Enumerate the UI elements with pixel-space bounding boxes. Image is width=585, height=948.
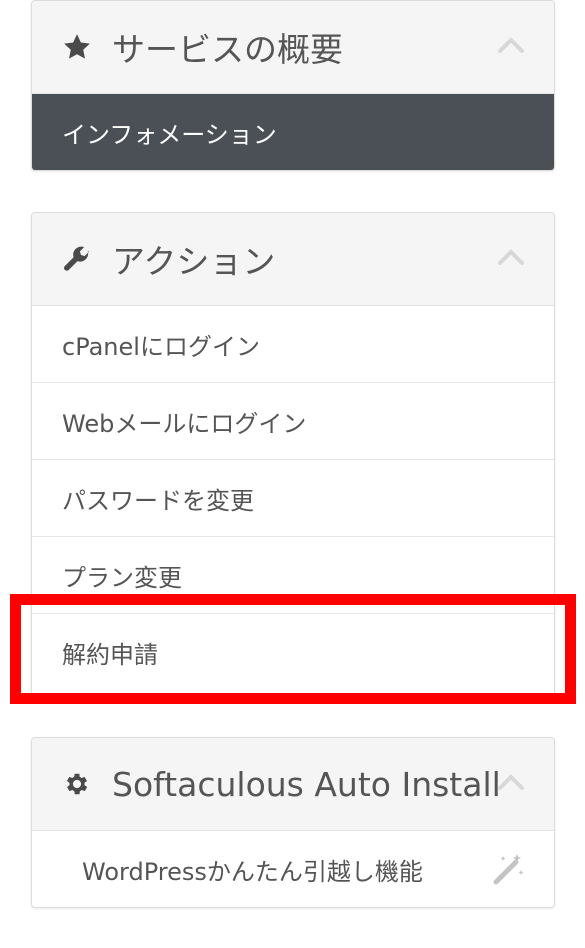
actions-panel: アクション cPanelにログイン Webメールにログイン パスワードを変更 プ…	[31, 212, 555, 696]
menu-item-cpanel-login[interactable]: cPanelにログイン	[32, 306, 554, 383]
service-overview-header[interactable]: サービスの概要	[32, 1, 554, 94]
menu-item-label: パスワードを変更	[62, 486, 254, 515]
menu-item-cancellation-request[interactable]: 解約申請	[32, 614, 554, 691]
panel-title: アクション	[112, 242, 276, 281]
menu-item-change-plan[interactable]: プラン変更	[32, 537, 554, 614]
chevron-up-icon[interactable]	[498, 774, 524, 790]
softaculous-header[interactable]: Softaculous Auto Install	[32, 738, 554, 831]
menu-item-label: 解約申請	[62, 641, 158, 669]
menu-item-label: Webメールにログイン	[62, 409, 307, 438]
magic-wand-icon	[490, 852, 526, 888]
panel-title: サービスの概要	[112, 30, 343, 69]
actions-header[interactable]: アクション	[32, 213, 554, 306]
star-icon	[62, 32, 92, 62]
menu-item-label: インフォメーション	[62, 120, 277, 149]
chevron-up-icon[interactable]	[498, 37, 524, 53]
gear-icon	[62, 769, 92, 799]
menu-item-webmail-login[interactable]: Webメールにログイン	[32, 383, 554, 460]
menu-item-label: プラン変更	[62, 563, 182, 592]
menu-item-change-password[interactable]: パスワードを変更	[32, 460, 554, 537]
wrench-icon	[62, 244, 92, 274]
menu-item-label: cPanelにログイン	[62, 332, 260, 361]
softaculous-panel: Softaculous Auto Install WordPressかんたん引越…	[31, 737, 555, 908]
menu-item-label: WordPressかんたん引越し機能	[82, 858, 423, 886]
service-overview-panel: サービスの概要 インフォメーション	[31, 0, 555, 171]
menu-item-information[interactable]: インフォメーション	[32, 94, 554, 170]
menu-item-wordpress-migration[interactable]: WordPressかんたん引越し機能	[32, 831, 554, 907]
panel-title: Softaculous Auto Install	[112, 764, 501, 804]
chevron-up-icon[interactable]	[498, 249, 524, 265]
